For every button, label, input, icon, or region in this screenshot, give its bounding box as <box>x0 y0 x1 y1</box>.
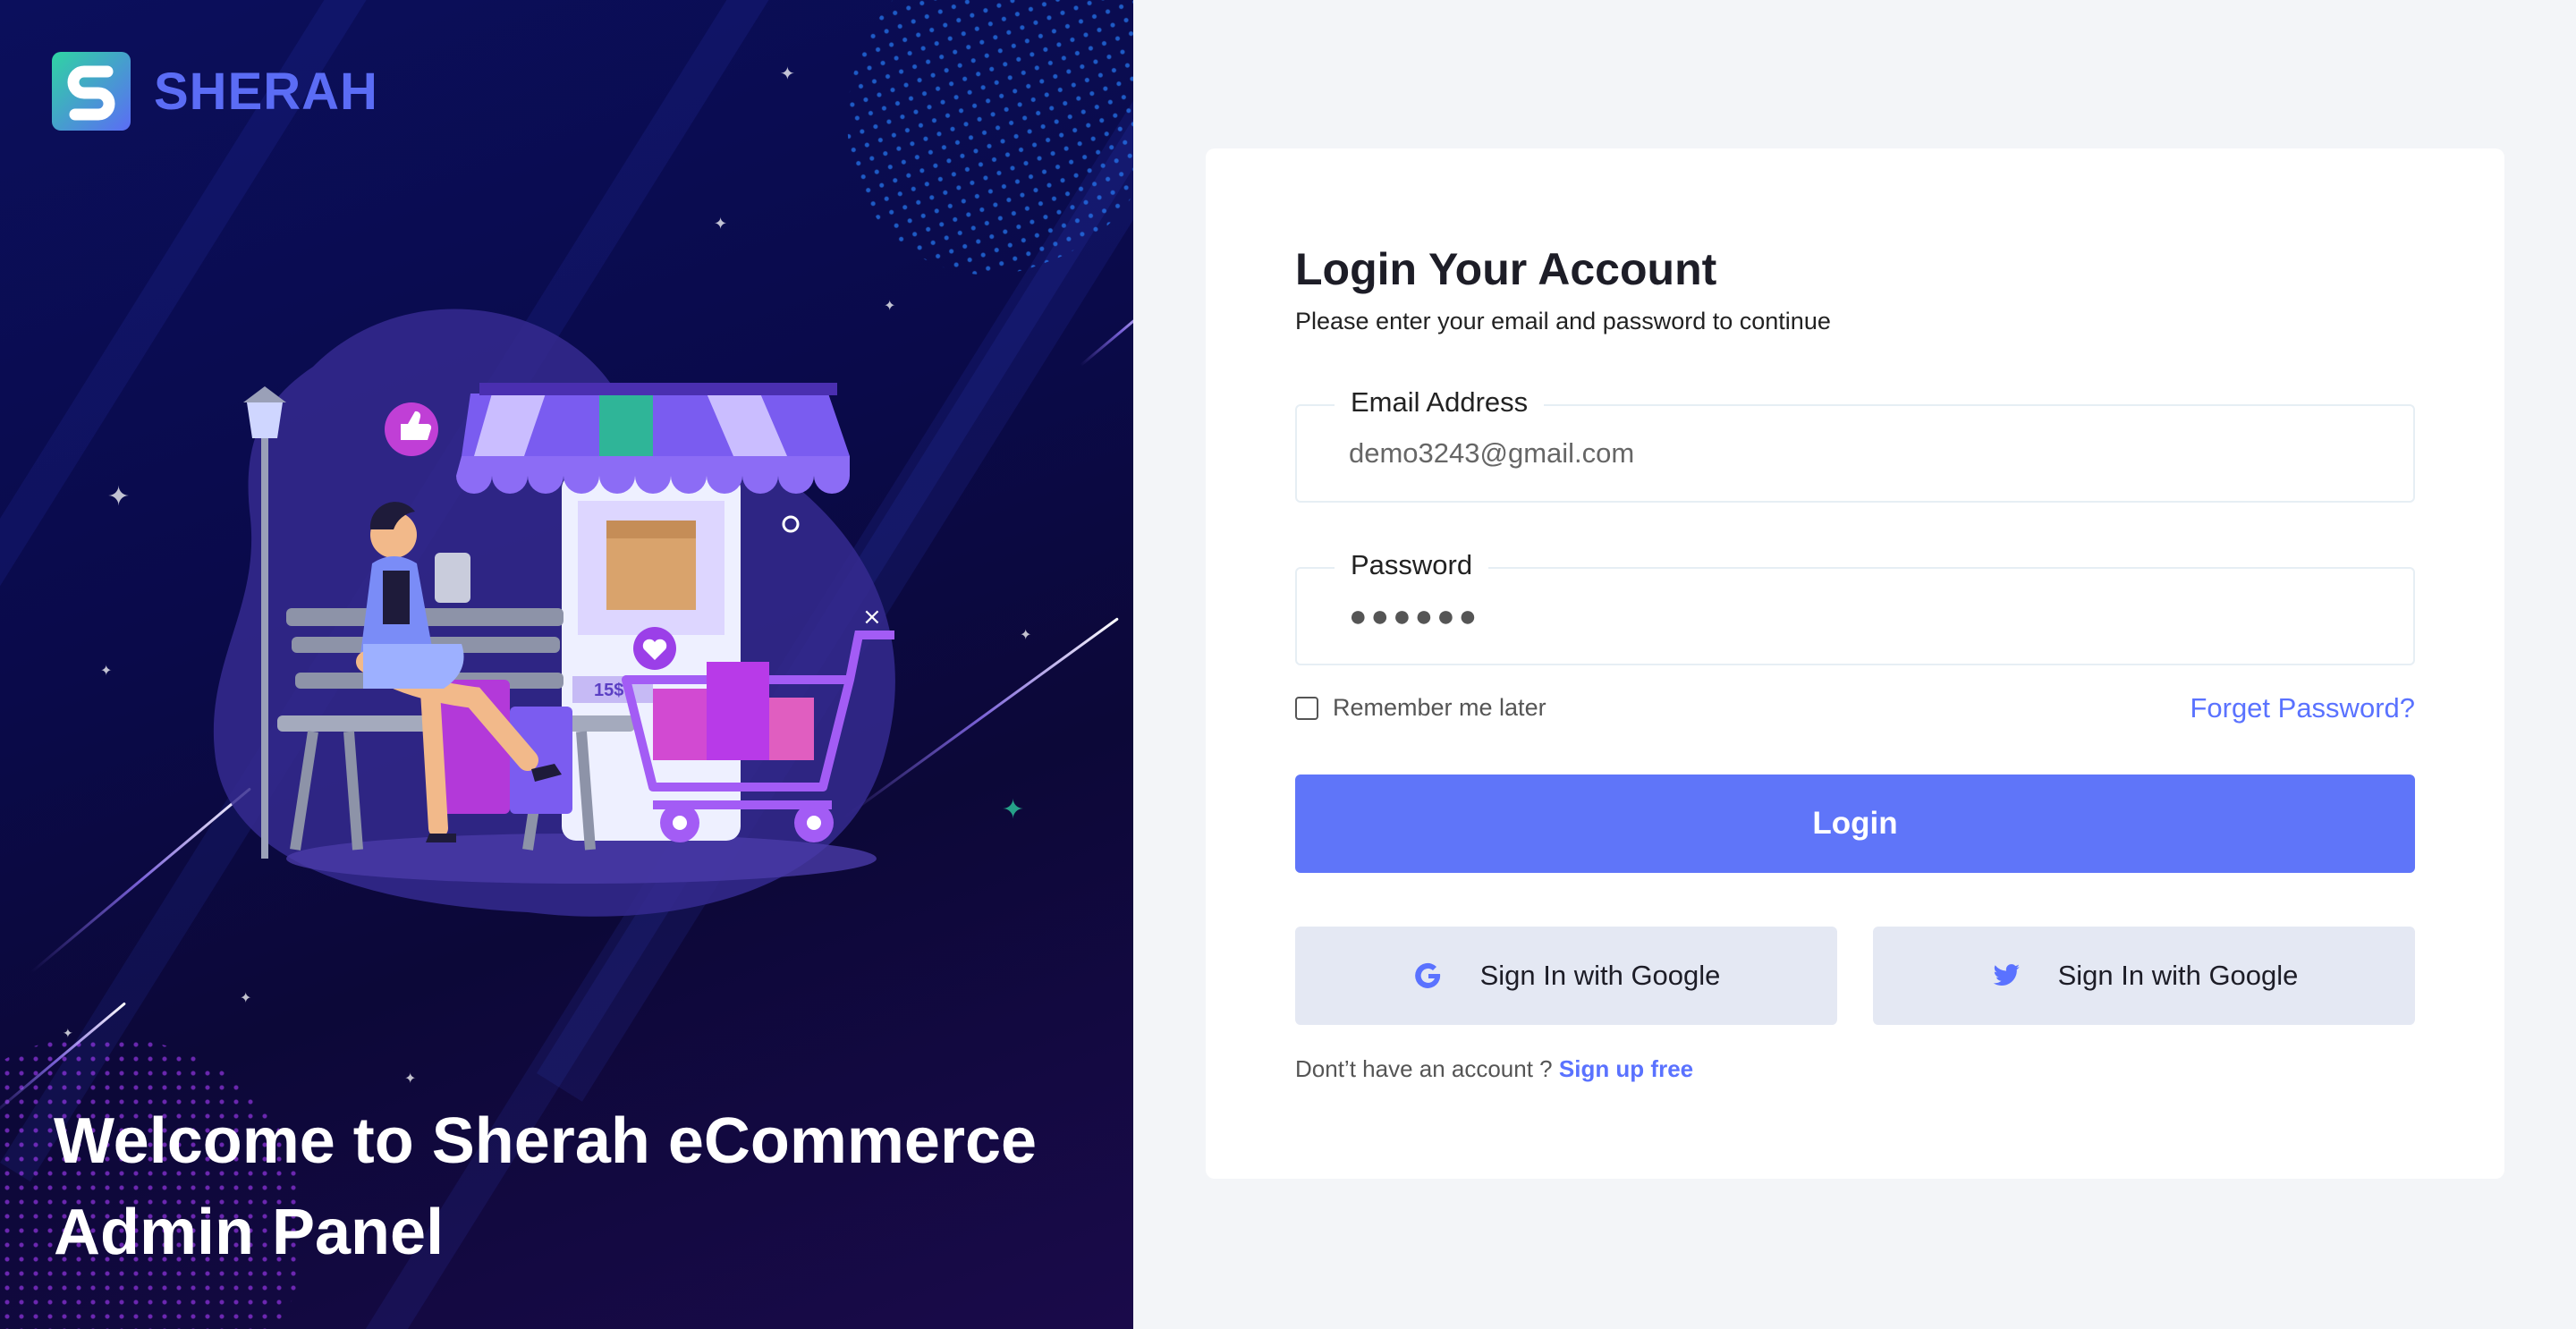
password-input[interactable] <box>1349 594 2377 639</box>
remember-checkbox[interactable] <box>1295 696 1318 720</box>
star-icon: ✦ <box>100 662 113 679</box>
brand-logo[interactable]: SHERAH <box>52 52 378 131</box>
email-field: Email Address <box>1295 386 2415 503</box>
google-signin-label: Sign In with Google <box>1479 960 1721 991</box>
login-button[interactable]: Login <box>1295 775 2415 873</box>
login-card: Login Your Account Please enter your ema… <box>1206 148 2504 1179</box>
page-title: Login Your Account <box>1295 244 1717 294</box>
twitter-signin-button[interactable]: Sign In with Google <box>1873 927 2415 1025</box>
remember-me[interactable]: Remember me later <box>1295 694 1546 722</box>
star-icon: ✦ <box>714 215 728 233</box>
brand-name: SHERAH <box>154 62 378 121</box>
svg-text:×: × <box>862 604 882 631</box>
hero-panel: ✦ ✦ ✦ ✦ ✦ ✦ ✦ ✦ ✦ ✦ SHERAH 15$ × Welcome… <box>0 0 1133 1329</box>
shopping-illustration: 15$ × <box>213 309 895 917</box>
welcome-line-1: Welcome to Sherah eCommerce <box>54 1105 1038 1177</box>
google-icon <box>1414 962 1440 988</box>
twitter-icon <box>1993 964 2020 986</box>
signup-prompt-text: Dont’t have an account ? <box>1295 1055 1553 1082</box>
price-tag: 15$ <box>594 681 623 700</box>
forgot-password-link[interactable]: Forget Password? <box>2190 692 2415 724</box>
password-label: Password <box>1335 549 1489 581</box>
star-icon: ✦ <box>63 1027 73 1041</box>
page-subtitle: Please enter your email and password to … <box>1295 308 1831 334</box>
star-icon: ✦ <box>404 1070 417 1087</box>
decorative-meteor <box>1080 295 1133 367</box>
star-icon: ✦ <box>1002 794 1025 825</box>
welcome-heading: Welcome to Sherah eCommerce Admin Panel <box>54 1096 1082 1278</box>
logo-icon <box>52 52 131 131</box>
star-icon: ✦ <box>240 989 252 1006</box>
twitter-signin-label: Sign In with Google <box>2057 960 2299 991</box>
email-input[interactable] <box>1349 431 2377 476</box>
star-icon: ✦ <box>107 481 131 512</box>
email-label: Email Address <box>1335 386 1545 419</box>
star-icon: ✦ <box>1020 626 1032 643</box>
signup-prompt: Dont’t have an account ? Sign up free <box>1295 1055 1693 1083</box>
signup-link[interactable]: Sign up free <box>1559 1055 1693 1082</box>
remember-label: Remember me later <box>1333 694 1546 721</box>
star-icon: ✦ <box>780 63 795 84</box>
welcome-line-2: Admin Panel <box>54 1197 445 1268</box>
password-field: Password <box>1295 549 2415 665</box>
google-signin-button[interactable]: Sign In with Google <box>1295 927 1837 1025</box>
